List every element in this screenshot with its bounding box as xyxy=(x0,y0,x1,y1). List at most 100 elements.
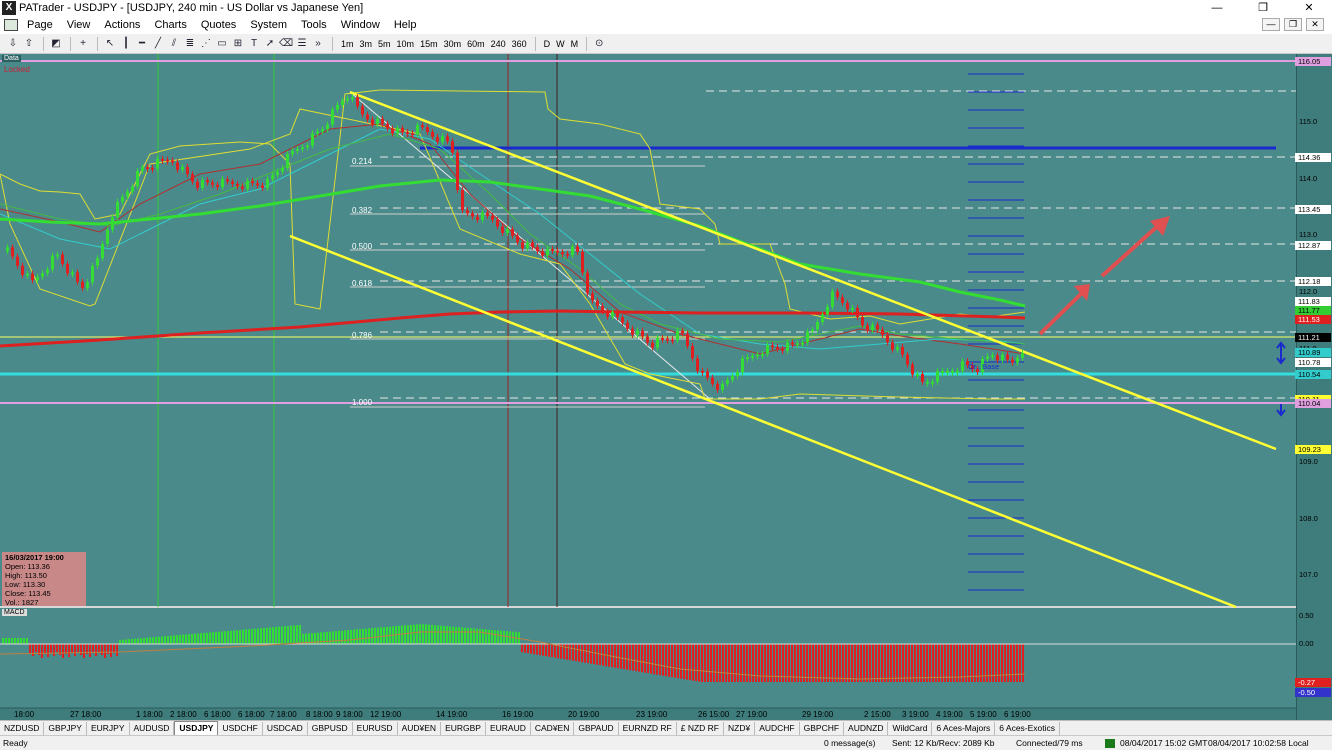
symbol-tab[interactable]: WildCard xyxy=(888,721,933,735)
symbol-tab[interactable]: GBPJPY xyxy=(44,721,87,735)
menu-actions[interactable]: Actions xyxy=(97,16,147,34)
buy-icon[interactable]: ⇧ xyxy=(22,37,36,51)
menu-window[interactable]: Window xyxy=(334,16,387,34)
candle-body xyxy=(186,166,189,175)
status-connection: Connected/79 ms xyxy=(1016,738,1083,748)
toolbar-overflow-icon[interactable]: » xyxy=(311,37,325,51)
macd-label[interactable]: MACD xyxy=(2,609,27,616)
macd-bar xyxy=(587,644,589,664)
price-chart[interactable]: Data Locked 0.214 0.382 0.500 0.618 0.78… xyxy=(0,54,1332,720)
menu-help[interactable]: Help xyxy=(387,16,424,34)
symbol-tab[interactable]: CAD¥EN xyxy=(531,721,575,735)
arrow-icon[interactable]: ➚ xyxy=(263,37,277,51)
macd-bar xyxy=(887,644,889,682)
symbol-tab[interactable]: AUDCHF xyxy=(755,721,800,735)
symbol-tab[interactable]: USDCAD xyxy=(263,721,308,735)
menu-system[interactable]: System xyxy=(243,16,294,34)
symbol-tab[interactable]: 6 Aces-Majors xyxy=(932,721,996,735)
symbol-tab[interactable]: AUDNZD xyxy=(844,721,889,735)
timeframe-30m[interactable]: 30m xyxy=(441,37,465,51)
menu-page[interactable]: Page xyxy=(20,16,60,34)
macd-bar xyxy=(749,644,751,682)
chart-canvas[interactable] xyxy=(0,54,1332,720)
macd-bar xyxy=(497,630,499,644)
symbol-tab[interactable]: £ NZD RF xyxy=(677,721,724,735)
menu-quotes[interactable]: Quotes xyxy=(194,16,243,34)
candle-body xyxy=(656,338,659,348)
timeframe-60m[interactable]: 60m xyxy=(464,37,488,51)
symbol-tab[interactable]: NZDUSD xyxy=(0,721,45,735)
crosshair-icon[interactable]: + xyxy=(76,37,90,51)
candle-body xyxy=(136,171,139,187)
eraser-icon[interactable]: ⌫ xyxy=(279,37,293,51)
period-monthly[interactable]: M xyxy=(568,37,582,51)
symbol-tab[interactable]: GBPUSD xyxy=(308,721,353,735)
sync-icon[interactable]: ⊙ xyxy=(592,37,606,51)
candle-body xyxy=(666,338,669,341)
timeframe-360[interactable]: 360 xyxy=(509,37,530,51)
menu-tools[interactable]: Tools xyxy=(294,16,334,34)
macd-bar xyxy=(29,644,31,653)
macd-bar xyxy=(140,638,142,644)
maximize-button[interactable]: ❐ xyxy=(1240,0,1286,16)
mdi-minimize-button[interactable]: — xyxy=(1262,18,1280,31)
status-messages[interactable]: 0 message(s) xyxy=(824,738,876,748)
gann-icon[interactable]: ⊞ xyxy=(231,37,245,51)
symbol-tab[interactable]: AUD¥EN xyxy=(398,721,442,735)
macd-bar xyxy=(788,644,790,682)
macd-bar xyxy=(959,644,961,682)
timeframe-5m[interactable]: 5m xyxy=(375,37,394,51)
timeframe-3m[interactable]: 3m xyxy=(357,37,376,51)
trendline-icon[interactable]: ╱ xyxy=(151,37,165,51)
pointer-icon[interactable]: ↖ xyxy=(103,37,117,51)
timeframe-1m[interactable]: 1m xyxy=(338,37,357,51)
mdi-close-button[interactable]: ✕ xyxy=(1306,18,1324,31)
macd-bar xyxy=(80,644,82,655)
vertical-line-icon[interactable]: ┃ xyxy=(119,37,133,51)
candle-body xyxy=(926,381,929,384)
mdi-restore-button[interactable]: ❐ xyxy=(1284,18,1302,31)
symbol-tab[interactable]: USDJPY xyxy=(174,721,219,735)
menu-view[interactable]: View xyxy=(60,16,98,34)
symbol-tab[interactable]: EURAUD xyxy=(486,721,531,735)
chart-window-icon[interactable] xyxy=(4,19,18,31)
timeframe-10m[interactable]: 10m xyxy=(394,37,418,51)
symbol-tab[interactable]: 6 Aces-Exotics xyxy=(995,721,1061,735)
period-weekly[interactable]: W xyxy=(553,37,568,51)
macd-bar xyxy=(365,628,367,644)
symbol-tab[interactable]: EURUSD xyxy=(353,721,398,735)
minimize-button[interactable]: — xyxy=(1194,0,1240,16)
candle-body xyxy=(616,311,619,318)
data-panel-label[interactable]: Data xyxy=(2,55,21,62)
symbol-tab[interactable]: EURGBP xyxy=(441,721,486,735)
fibonacci-icon[interactable]: ≣ xyxy=(183,37,197,51)
candle-body xyxy=(71,272,74,275)
symbol-tab[interactable]: GBPCHF xyxy=(800,721,845,735)
horizontal-line-icon[interactable]: ━ xyxy=(135,37,149,51)
period-daily[interactable]: D xyxy=(541,37,554,51)
chart-icon[interactable]: ◩ xyxy=(49,37,63,51)
menu-charts[interactable]: Charts xyxy=(147,16,193,34)
candle-body xyxy=(761,353,764,356)
x-axis-label: 6 18:00 xyxy=(204,710,231,719)
symbol-tab[interactable]: AUDUSD xyxy=(130,721,175,735)
candle-body xyxy=(651,342,654,348)
symbol-tab[interactable]: USDCHF xyxy=(218,721,263,735)
fib-fan-icon[interactable]: ⋰ xyxy=(199,37,213,51)
properties-icon[interactable]: ☰ xyxy=(295,37,309,51)
rectangle-icon[interactable]: ▭ xyxy=(215,37,229,51)
candle-body xyxy=(321,129,324,132)
text-icon[interactable]: T xyxy=(247,37,261,51)
sell-icon[interactable]: ⇩ xyxy=(6,37,20,51)
symbol-tab[interactable]: EURJPY xyxy=(87,721,130,735)
symbol-tab[interactable]: EURNZD RF xyxy=(619,721,677,735)
close-button[interactable]: ✕ xyxy=(1286,0,1332,16)
price-tag: 110.54 xyxy=(1295,370,1331,379)
symbol-tab[interactable]: NZD¥ xyxy=(724,721,756,735)
channel-icon[interactable]: ⫽ xyxy=(167,37,181,51)
macd-bar xyxy=(569,644,571,661)
candle-body xyxy=(391,128,394,134)
timeframe-240[interactable]: 240 xyxy=(488,37,509,51)
timeframe-15m[interactable]: 15m xyxy=(417,37,441,51)
symbol-tab[interactable]: GBPAUD xyxy=(574,721,619,735)
